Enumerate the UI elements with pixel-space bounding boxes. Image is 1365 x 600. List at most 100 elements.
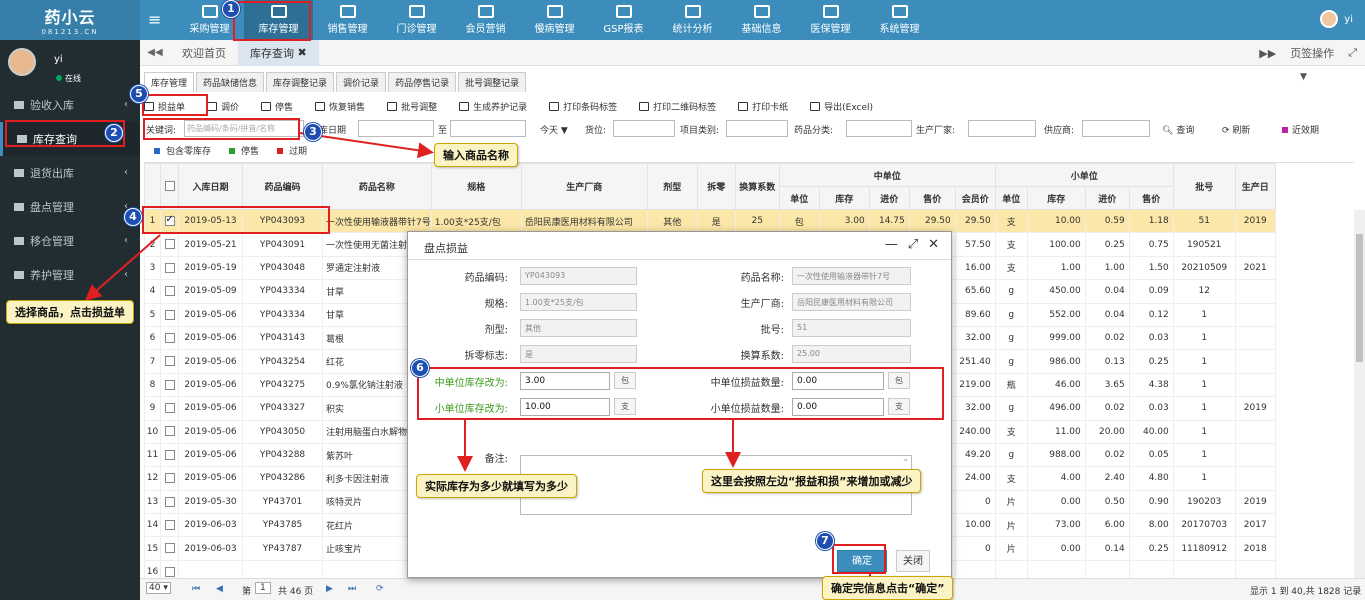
fullscreen-icon[interactable]: ⤢	[1348, 46, 1357, 60]
topnav-item-3[interactable]: 门诊管理	[382, 0, 451, 40]
header-checkbox[interactable]	[160, 163, 179, 210]
checkbox[interactable]	[164, 379, 175, 390]
toolbar-button-3[interactable]: 恢复销售	[315, 100, 365, 113]
row-checkbox-cell[interactable]	[160, 536, 179, 561]
row-checkbox-cell[interactable]	[160, 419, 179, 444]
reload-icon[interactable]: ⟳	[376, 584, 384, 594]
tab-welcome[interactable]: 欢迎首页	[170, 40, 238, 66]
topnav-item-9[interactable]: 医保管理	[796, 0, 865, 40]
checkbox[interactable]	[164, 332, 175, 343]
toolbar-button-1[interactable]: 调价	[207, 100, 239, 113]
row-checkbox-cell[interactable]	[160, 372, 179, 398]
topnav-item-6[interactable]: GSP报表	[589, 0, 658, 40]
checkbox[interactable]	[164, 239, 175, 250]
category-select[interactable]	[726, 120, 788, 137]
col-header	[144, 163, 161, 210]
supplier-select[interactable]	[1082, 120, 1150, 137]
last-page-icon[interactable]: ⏭	[348, 584, 356, 594]
user-menu[interactable]: yi	[1320, 10, 1353, 28]
date-from-input[interactable]	[358, 120, 434, 137]
row-checkbox-cell[interactable]	[160, 396, 179, 421]
tab-operations[interactable]: 页签操作	[1290, 45, 1334, 61]
row-checkbox-cell[interactable]	[160, 325, 179, 351]
row-checkbox-cell[interactable]	[160, 489, 179, 515]
tab-scroll-right-icon[interactable]: ▶▶	[1259, 47, 1276, 60]
collapse-icon[interactable]: ▼	[1300, 72, 1307, 82]
topnav-item-5[interactable]: 慢病管理	[520, 0, 589, 40]
close-icon[interactable]: ✖	[298, 46, 307, 59]
today-select[interactable]: 今天 ▼	[540, 123, 568, 136]
checkbox[interactable]	[164, 309, 175, 320]
toolbar-button-6[interactable]: 打印条码标签	[549, 100, 617, 113]
maker-select[interactable]	[968, 120, 1036, 137]
checkbox[interactable]	[164, 566, 175, 577]
toolbar-button-9[interactable]: 导出(Excel)	[810, 100, 873, 113]
sidebar-item-3[interactable]: 盘点管理 ‹	[0, 190, 140, 224]
legend-item-0[interactable]: 包含零库存	[154, 144, 211, 157]
legend-item-1[interactable]: 停售	[229, 144, 259, 157]
close-icon[interactable]: ✕	[928, 237, 939, 252]
row-checkbox-cell[interactable]	[160, 279, 179, 304]
checkbox[interactable]	[164, 356, 175, 367]
refresh-button[interactable]: ⟳ 刷新	[1222, 123, 1250, 136]
query-button[interactable]: 🔍︎ 查询	[1162, 123, 1194, 136]
legend-item-2[interactable]: 过期	[277, 144, 307, 157]
brand-logo[interactable]: 药小云 081213.CN	[0, 0, 140, 40]
subtab-0[interactable]: 库存管理	[144, 72, 195, 92]
subtab-1[interactable]: 药品缺储信息	[196, 72, 265, 92]
row-checkbox-cell[interactable]	[160, 232, 179, 257]
drug-class-select[interactable]	[846, 120, 912, 137]
subtab-2[interactable]: 库存调整记录	[266, 72, 335, 92]
checkbox[interactable]	[164, 426, 175, 437]
maximize-icon[interactable]: ⤢	[908, 237, 918, 252]
row-checkbox-cell[interactable]	[160, 442, 179, 468]
prev-page-icon[interactable]: ◀	[216, 584, 223, 594]
table-scrollbar[interactable]	[1354, 210, 1365, 578]
toolbar-button-5[interactable]: 生成养护记录	[459, 100, 527, 113]
sidebar-item-4[interactable]: 移仓管理 ‹	[0, 224, 140, 258]
toolbar-button-7[interactable]: 打印二维码标签	[639, 100, 716, 113]
row-checkbox-cell[interactable]	[160, 559, 179, 578]
next-page-icon[interactable]: ▶	[326, 584, 333, 594]
checkbox[interactable]	[164, 496, 175, 507]
topnav-item-10[interactable]: 系统管理	[865, 0, 934, 40]
tab-stock-query[interactable]: 库存查询 ✖	[238, 39, 319, 66]
row-checkbox-cell[interactable]	[160, 349, 179, 374]
checkbox[interactable]	[164, 543, 175, 554]
checkbox[interactable]	[164, 286, 175, 297]
location-select[interactable]	[613, 120, 675, 137]
toolbar-button-8[interactable]: 打印卡纸	[738, 100, 788, 113]
minimize-icon[interactable]: —	[885, 237, 898, 252]
sidebar-item-5[interactable]: 养护管理 ‹	[0, 258, 140, 292]
topnav-item-4[interactable]: 会员营销	[451, 0, 520, 40]
row-checkbox-cell[interactable]	[160, 302, 179, 327]
topnav-item-7[interactable]: 统计分析	[658, 0, 727, 40]
topnav-item-2[interactable]: 销售管理	[313, 0, 382, 40]
close-button[interactable]: 关闭	[896, 550, 930, 572]
topnav-item-8[interactable]: 基础信息	[727, 0, 796, 40]
sidebar-item-0[interactable]: 验收入库 ‹	[0, 88, 140, 122]
checkbox[interactable]	[164, 520, 175, 531]
subtab-3[interactable]: 调价记录	[336, 72, 387, 92]
scrollbar-thumb[interactable]	[1356, 234, 1363, 362]
sidebar-item-2[interactable]: 退货出库 ‹	[0, 156, 140, 190]
page-input[interactable]: 1	[255, 582, 271, 594]
page-size-select[interactable]: 40 ▾	[146, 582, 171, 594]
checkbox[interactable]	[164, 262, 175, 273]
tab-scroll-left-icon[interactable]: ◀◀	[140, 47, 170, 58]
subtab-5[interactable]: 批号调整记录	[458, 72, 527, 92]
row-checkbox-cell[interactable]	[160, 513, 179, 538]
menu-toggle-icon[interactable]: ≡	[148, 10, 161, 29]
toolbar-button-2[interactable]: 停售	[261, 100, 293, 113]
checkbox[interactable]	[164, 473, 175, 484]
row-checkbox-cell[interactable]	[160, 255, 179, 281]
date-to-input[interactable]	[450, 120, 526, 137]
toolbar-button-4[interactable]: 批号调整	[387, 100, 437, 113]
checkbox[interactable]	[164, 181, 175, 192]
expiry-button[interactable]: 近效期	[1282, 123, 1319, 136]
checkbox[interactable]	[164, 403, 175, 414]
row-checkbox-cell[interactable]	[160, 466, 179, 491]
checkbox[interactable]	[164, 449, 175, 460]
first-page-icon[interactable]: ⏮	[192, 584, 200, 594]
subtab-4[interactable]: 药品停售记录	[388, 72, 457, 92]
